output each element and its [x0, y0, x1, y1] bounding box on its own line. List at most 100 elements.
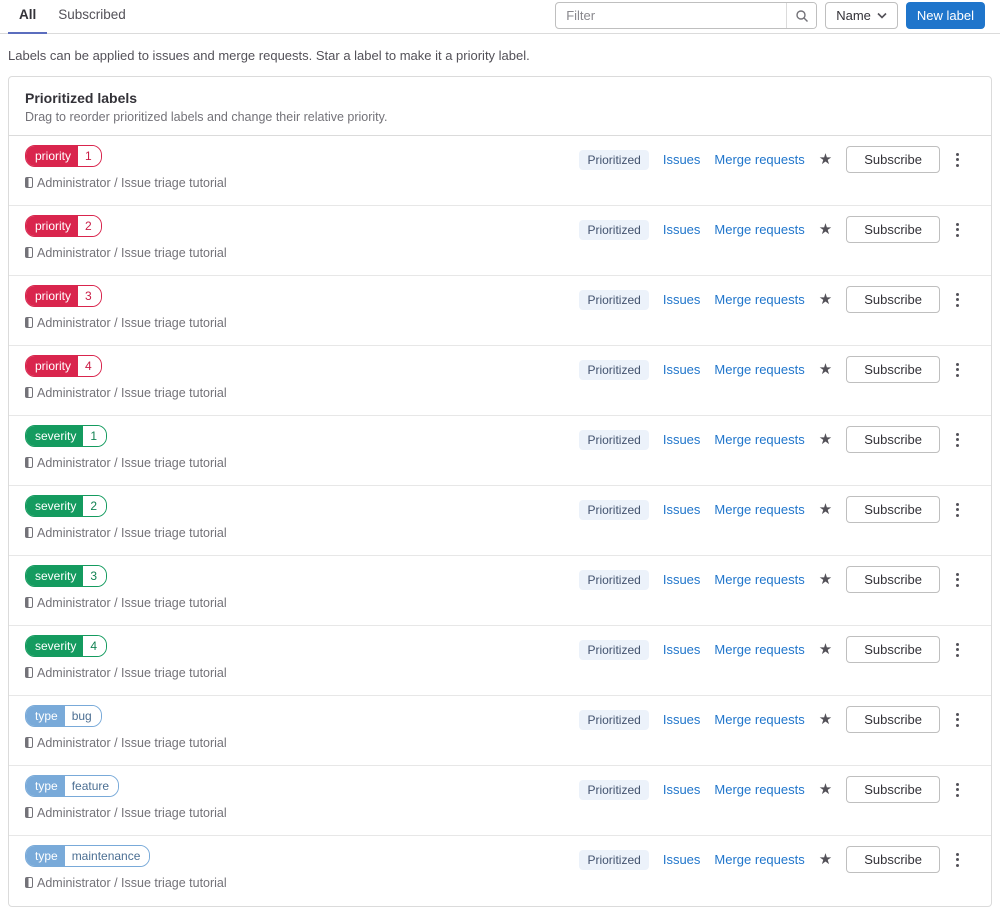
issues-link[interactable]: Issues: [663, 712, 701, 727]
subscribe-button[interactable]: Subscribe: [846, 146, 940, 173]
label-badge[interactable]: type feature: [25, 775, 120, 797]
kebab-menu-icon[interactable]: [954, 572, 961, 587]
label-scope: severity: [26, 496, 84, 516]
search-icon[interactable]: [786, 3, 817, 28]
star-icon[interactable]: ★: [819, 712, 832, 727]
merge-requests-link[interactable]: Merge requests: [714, 852, 804, 867]
subscribe-button[interactable]: Subscribe: [846, 846, 940, 873]
subscribe-button[interactable]: Subscribe: [846, 496, 940, 523]
star-icon[interactable]: ★: [819, 432, 832, 447]
kebab-menu-icon[interactable]: [954, 152, 961, 167]
kebab-menu-icon[interactable]: [954, 502, 961, 517]
label-row[interactable]: severity 4 Administrator / Issue triage …: [9, 626, 991, 696]
merge-requests-link[interactable]: Merge requests: [714, 572, 804, 587]
subscribe-button[interactable]: Subscribe: [846, 706, 940, 733]
tab-all[interactable]: All: [8, 0, 48, 34]
labels-toolbar: All Subscribed Name New label: [0, 0, 1000, 34]
subscribe-button[interactable]: Subscribe: [846, 566, 940, 593]
issues-link[interactable]: Issues: [663, 642, 701, 657]
kebab-menu-icon[interactable]: [954, 642, 961, 657]
label-project: Administrator / Issue triage tutorial: [25, 524, 230, 542]
label-row[interactable]: priority 1 Administrator / Issue triage …: [9, 136, 991, 206]
merge-requests-link[interactable]: Merge requests: [714, 712, 804, 727]
label-badge[interactable]: severity 4: [25, 635, 108, 657]
tab-subscribed[interactable]: Subscribed: [47, 0, 137, 34]
project-path: Administrator / Issue triage tutorial: [37, 456, 227, 470]
label-project: Administrator / Issue triage tutorial: [25, 384, 230, 402]
kebab-menu-icon[interactable]: [954, 222, 961, 237]
label-badge[interactable]: priority 4: [25, 355, 102, 377]
star-icon[interactable]: ★: [819, 292, 832, 307]
label-row[interactable]: severity 2 Administrator / Issue triage …: [9, 486, 991, 556]
star-icon[interactable]: ★: [819, 642, 832, 657]
label-row[interactable]: priority 2 Administrator / Issue triage …: [9, 206, 991, 276]
label-row[interactable]: type maintenance Administrator / Issue t…: [9, 836, 991, 906]
label-badge[interactable]: severity 1: [25, 425, 108, 447]
label-badge[interactable]: type bug: [25, 705, 102, 727]
label-badge[interactable]: priority 2: [25, 215, 102, 237]
kebab-menu-icon[interactable]: [954, 852, 961, 867]
subscribe-button[interactable]: Subscribe: [846, 286, 940, 313]
kebab-menu-icon[interactable]: [954, 292, 961, 307]
kebab-menu-icon[interactable]: [954, 782, 961, 797]
label-row[interactable]: type feature Administrator / Issue triag…: [9, 766, 991, 836]
label-value: 4: [83, 636, 107, 656]
label-actions: Prioritized Issues Merge requests ★ Subs…: [579, 216, 961, 243]
subscribe-button[interactable]: Subscribe: [846, 636, 940, 663]
label-row[interactable]: priority 3 Administrator / Issue triage …: [9, 276, 991, 346]
issues-link[interactable]: Issues: [663, 852, 701, 867]
kebab-menu-icon[interactable]: [954, 362, 961, 377]
prioritized-badge: Prioritized: [579, 149, 649, 170]
issues-link[interactable]: Issues: [663, 362, 701, 377]
filter-input[interactable]: [556, 8, 787, 23]
label-badge[interactable]: priority 3: [25, 285, 102, 307]
star-icon[interactable]: ★: [819, 572, 832, 587]
kebab-menu-icon[interactable]: [954, 432, 961, 447]
issues-link[interactable]: Issues: [663, 782, 701, 797]
new-label-button[interactable]: New label: [905, 2, 985, 29]
label-row[interactable]: severity 3 Administrator / Issue triage …: [9, 556, 991, 626]
merge-requests-link[interactable]: Merge requests: [714, 222, 804, 237]
label-badge[interactable]: severity 2: [25, 495, 108, 517]
label-info: severity 4 Administrator / Issue triage …: [25, 635, 230, 682]
merge-requests-link[interactable]: Merge requests: [714, 362, 804, 377]
issues-link[interactable]: Issues: [663, 432, 701, 447]
subscribe-button[interactable]: Subscribe: [846, 216, 940, 243]
sort-dropdown[interactable]: Name: [825, 2, 898, 29]
label-value: feature: [64, 776, 119, 796]
subscribe-button[interactable]: Subscribe: [846, 426, 940, 453]
label-row[interactable]: type bug Administrator / Issue triage tu…: [9, 696, 991, 766]
star-icon[interactable]: ★: [819, 152, 832, 167]
merge-requests-link[interactable]: Merge requests: [714, 642, 804, 657]
label-info: priority 4 Administrator / Issue triage …: [25, 355, 230, 402]
star-icon[interactable]: ★: [819, 852, 832, 867]
label-badge[interactable]: type maintenance: [25, 845, 151, 867]
kebab-menu-icon[interactable]: [954, 712, 961, 727]
merge-requests-link[interactable]: Merge requests: [714, 152, 804, 167]
issues-link[interactable]: Issues: [663, 152, 701, 167]
label-value: 2: [83, 496, 107, 516]
label-project: Administrator / Issue triage tutorial: [25, 174, 230, 192]
label-badge[interactable]: severity 3: [25, 565, 108, 587]
star-icon[interactable]: ★: [819, 362, 832, 377]
issues-link[interactable]: Issues: [663, 222, 701, 237]
star-icon[interactable]: ★: [819, 782, 832, 797]
star-icon[interactable]: ★: [819, 502, 832, 517]
label-badge[interactable]: priority 1: [25, 145, 102, 167]
merge-requests-link[interactable]: Merge requests: [714, 502, 804, 517]
card-subtitle: Drag to reorder prioritized labels and c…: [25, 110, 388, 124]
merge-requests-link[interactable]: Merge requests: [714, 432, 804, 447]
label-actions: Prioritized Issues Merge requests ★ Subs…: [579, 426, 961, 453]
merge-requests-link[interactable]: Merge requests: [714, 292, 804, 307]
label-scope: type: [26, 776, 65, 796]
merge-requests-link[interactable]: Merge requests: [714, 782, 804, 797]
issues-link[interactable]: Issues: [663, 292, 701, 307]
subscribe-button[interactable]: Subscribe: [846, 776, 940, 803]
star-icon[interactable]: ★: [819, 222, 832, 237]
issues-link[interactable]: Issues: [663, 502, 701, 517]
label-row[interactable]: severity 1 Administrator / Issue triage …: [9, 416, 991, 486]
label-row[interactable]: priority 4 Administrator / Issue triage …: [9, 346, 991, 416]
label-actions: Prioritized Issues Merge requests ★ Subs…: [579, 566, 961, 593]
issues-link[interactable]: Issues: [663, 572, 701, 587]
subscribe-button[interactable]: Subscribe: [846, 356, 940, 383]
